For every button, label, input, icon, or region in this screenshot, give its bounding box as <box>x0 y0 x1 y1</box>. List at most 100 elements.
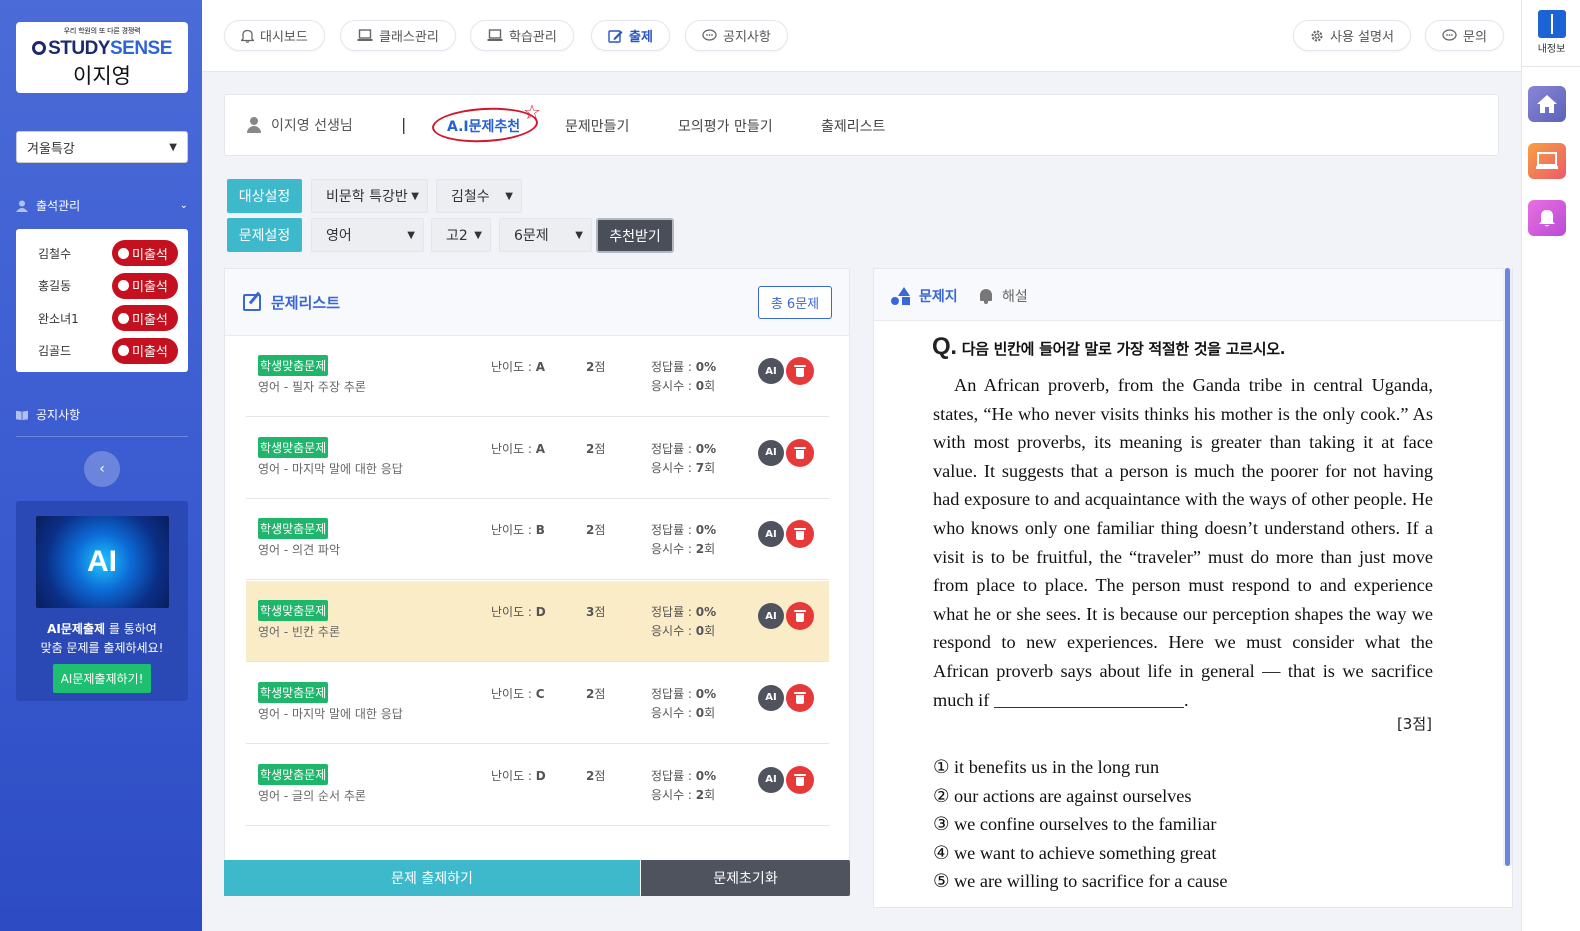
student-name: 홍길동 <box>38 279 72 294</box>
problem-row[interactable]: 학생맞춤문제 영어 - 마지막 말에 대한 응답 난이도 : A 2점 정답률 : 0%… <box>246 418 829 499</box>
ai-promo-line1: 를 통하여 <box>105 622 157 636</box>
rail-home-button[interactable] <box>1528 86 1566 122</box>
points-unit: 점 <box>594 360 606 374</box>
season-select-value: 겨울특강 <box>27 141 75 157</box>
delete-button[interactable] <box>786 438 814 467</box>
logo-card[interactable]: 우리 학원의 또 다른 경쟁력 STUDYSENSE 이지영 <box>16 22 188 93</box>
option-5[interactable]: ⑤ we are willing to sacrifice for a caus… <box>933 867 1228 896</box>
difficulty-value: D <box>535 605 546 620</box>
bell-icon <box>241 29 254 43</box>
reset-problems-button[interactable]: 문제초기화 <box>641 860 850 896</box>
question-title: Q. 다음 빈칸에 들어갈 말로 가장 적절한 것을 고르시오. <box>932 333 1285 361</box>
option-3[interactable]: ③ we confine ourselves to the familiar <box>933 810 1228 839</box>
option-4[interactable]: ④ we want to achieve something great <box>933 839 1228 868</box>
problem-subject: 영어 - 필자 주장 추론 <box>258 380 366 394</box>
rail-alert-button[interactable] <box>1528 200 1566 236</box>
nav-class-management[interactable]: 클래스관리 <box>340 20 456 51</box>
ai-generate-button[interactable]: AI문제출제하기! <box>52 664 152 693</box>
option-2[interactable]: ② our actions are against ourselves <box>933 782 1228 811</box>
count-select-value: 6문제 <box>514 228 549 244</box>
bell-icon <box>978 288 994 304</box>
attendance-toggle[interactable]: 미출석 <box>112 337 178 364</box>
rate-label: 정답률 : <box>651 686 696 701</box>
nav-learning-management[interactable]: 학습관리 <box>470 20 574 51</box>
difficulty: 난이도 : C <box>491 685 545 702</box>
rail-screen-button[interactable] <box>1528 143 1566 179</box>
ai-button[interactable]: AI <box>758 358 784 384</box>
delete-button[interactable] <box>786 520 814 549</box>
tab-ai-recommend[interactable]: A.I문제추천 <box>447 116 520 136</box>
rate-label: 정답률 : <box>651 360 696 374</box>
ai-globe-image: AI <box>35 516 169 608</box>
stats: 정답률 : 0% 응시수 : 7회 <box>651 440 716 478</box>
inquiry-button[interactable]: 문의 <box>1425 20 1504 51</box>
problem-subject: 영어 - 마지막 말에 대한 응답 <box>258 706 403 721</box>
option-1[interactable]: ① it benefits us in the long run <box>933 753 1228 782</box>
nav-label: 클래스관리 <box>379 30 439 45</box>
nav-exam[interactable]: 출제 <box>591 20 670 51</box>
season-select[interactable]: 겨울특강 ▼ <box>16 131 188 163</box>
points: 3점 <box>586 603 605 620</box>
tab-exam-list[interactable]: 출제리스트 <box>821 116 885 136</box>
ai-promo-text: AI문제출제 를 통하여 맞춤 문제를 출제하세요! <box>16 620 188 658</box>
stats: 정답률 : 0% 응시수 : 0회 <box>651 685 716 723</box>
manual-button[interactable]: 사용 설명서 <box>1293 20 1411 51</box>
attendance-toggle[interactable]: 미출석 <box>112 272 178 299</box>
difficulty-label: 난이도 : <box>491 360 536 374</box>
attendance-toggle[interactable]: 미출석 <box>112 240 178 267</box>
class-select[interactable]: 비문학 특강반 ▼ <box>311 179 428 213</box>
nav-notice[interactable]: 공지사항 <box>685 20 788 51</box>
scrollbar-thumb[interactable] <box>1505 268 1510 866</box>
attendance-status: 미출석 <box>132 280 168 296</box>
tab-solution[interactable]: 해설 <box>978 286 1028 306</box>
attendance-section-toggle[interactable]: 출석관리 ⌄ <box>16 197 188 214</box>
ai-button[interactable]: AI <box>758 684 784 711</box>
problem-subject: 영어 - 글의 순서 추론 <box>258 788 366 803</box>
problem-row[interactable]: 학생맞춤문제 영어 - 의견 파악 난이도 : B 2점 정답률 : 0% 응시수 : 2… <box>246 499 829 581</box>
sidebar-collapse-button[interactable]: ‹ <box>84 451 120 487</box>
grade-select[interactable]: 고2 ▼ <box>431 218 491 252</box>
ai-button[interactable]: AI <box>758 603 784 630</box>
count-select[interactable]: 6문제 ▼ <box>499 218 592 252</box>
tab-mock-exam[interactable]: 모의평가 만들기 <box>678 116 773 136</box>
ai-button[interactable]: AI <box>758 439 784 466</box>
problem-row[interactable]: 학생맞춤문제 영어 - 빈칸 추론 난이도 : D 3점 정답률 : 0% 응시수 : 0… <box>246 581 829 663</box>
delete-button[interactable] <box>786 602 814 631</box>
difficulty-label: 난이도 : <box>491 768 536 783</box>
my-info-button[interactable]: 내정보 <box>1522 10 1580 55</box>
tab-make-problem[interactable]: 문제만들기 <box>565 116 629 136</box>
custom-problem-tag: 학생맞춤문제 <box>258 518 329 540</box>
problem-list-title: 문제리스트 <box>243 292 340 313</box>
tab-question-sheet[interactable]: 문제지 <box>891 286 958 306</box>
person-icon <box>16 200 28 212</box>
recommend-button[interactable]: 추천받기 <box>596 218 674 253</box>
chevron-left-icon: ‹ <box>99 461 105 477</box>
points: 2점 <box>586 521 605 538</box>
subject-select[interactable]: 영어 ▼ <box>311 218 424 252</box>
difficulty: 난이도 : D <box>491 767 546 784</box>
delete-button[interactable] <box>786 683 814 712</box>
rate-label: 정답률 : <box>651 523 696 538</box>
trash-icon <box>794 691 806 704</box>
attendance-toggle[interactable]: 미출석 <box>112 305 178 332</box>
submit-exam-button[interactable]: 문제 출제하기 <box>224 860 640 896</box>
problem-row[interactable]: 학생맞춤문제 영어 - 필자 주장 추론 난이도 : A 2점 정답률 : 0% 응시수 … <box>246 336 829 417</box>
attempts-value: 7 <box>695 460 705 475</box>
delete-button[interactable] <box>786 357 814 385</box>
delete-button[interactable] <box>786 765 814 794</box>
attempts-label: 응시수 : <box>651 624 696 639</box>
student-select[interactable]: 김철수 ▼ <box>436 179 522 213</box>
edit-icon <box>608 29 623 43</box>
ai-button[interactable]: AI <box>758 521 784 548</box>
toggle-knob <box>118 280 129 292</box>
sidebar-item-notice[interactable]: 공지사항 <box>16 406 188 423</box>
nav-dashboard[interactable]: 대시보드 <box>224 20 325 51</box>
grade-select-value: 고2 <box>446 228 468 244</box>
ai-button[interactable]: AI <box>758 766 784 793</box>
attempts-label: 응시수 : <box>651 379 696 393</box>
difficulty-value: D <box>535 768 546 783</box>
problem-row[interactable]: 학생맞춤문제 영어 - 마지막 말에 대한 응답 난이도 : C 2점 정답률 : 0%… <box>246 663 829 744</box>
problem-row[interactable]: 학생맞춤문제 영어 - 글의 순서 추론 난이도 : D 2점 정답률 : 0% 응시수 … <box>246 745 829 826</box>
laptop-icon <box>357 29 373 41</box>
difficulty: 난이도 : D <box>491 603 546 620</box>
